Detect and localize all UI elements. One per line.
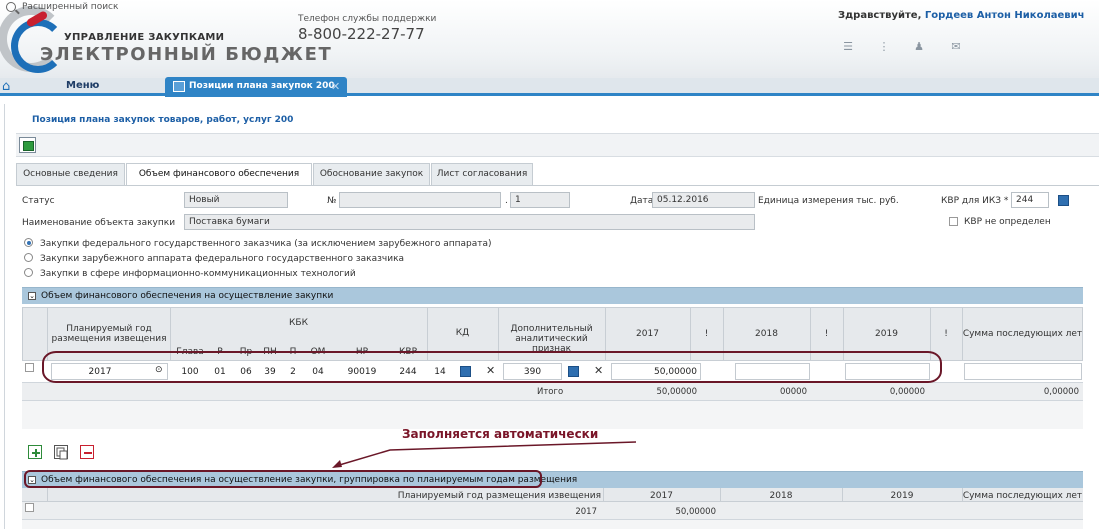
grid2-plan-year: 2017 — [575, 507, 597, 517]
date-label: Дата — [630, 196, 654, 206]
total-2018: 00000 — [779, 387, 807, 397]
radio-foreign-label: Закупки зарубежного аппарата федеральног… — [40, 254, 405, 264]
row-checkbox[interactable] — [25, 363, 34, 372]
tab-divider — [16, 185, 1099, 186]
unit-label: Единица измерения тыс. руб. — [758, 196, 899, 206]
number-suffix-field: 1 — [510, 192, 570, 208]
number-label: № — [327, 196, 337, 206]
radio-foreign[interactable] — [24, 253, 33, 262]
page-title: Позиция плана закупок товаров, работ, ус… — [32, 115, 294, 125]
logo-subtitle: УПРАВЛЕНИЕ ЗАКУПКАМИ — [64, 32, 225, 43]
grid2-footer — [22, 520, 1083, 529]
tab-main-info[interactable]: Основные сведения — [16, 163, 125, 185]
date-field: 05.12.2016 — [652, 192, 755, 208]
highlight-oval — [42, 351, 942, 383]
kvr-ikz-input[interactable]: 244 — [1011, 192, 1049, 208]
home-icon[interactable]: ⌂ — [2, 79, 10, 94]
document-icon — [173, 81, 185, 92]
add-row-icon[interactable] — [28, 445, 42, 459]
toolbar — [16, 133, 1099, 157]
support-phone: 8-800-222-27-77 — [298, 25, 425, 43]
section-financing-title: Объем финансового обеспечения на осущест… — [41, 291, 334, 301]
grid2-col-2019[interactable]: 2019 — [842, 491, 962, 501]
menu-button[interactable]: Меню — [66, 80, 99, 91]
status-label: Статус — [22, 196, 55, 206]
col-2019-flag: ! — [944, 329, 948, 339]
search-placeholder: Расширенный поиск — [22, 2, 119, 12]
col-kbk: КБК — [289, 318, 308, 328]
user-name[interactable]: Гордеев Антон Николаевич — [925, 10, 1085, 21]
radio-federal-label: Закупки федерального государственного за… — [40, 239, 492, 249]
list-icon[interactable]: ☰ — [840, 40, 856, 53]
mail-icon[interactable]: ✉ — [948, 40, 964, 53]
col-2019[interactable]: 2019 — [843, 329, 930, 339]
total-2017: 50,00000 — [656, 387, 697, 397]
radio-ict-label: Закупки в сфере информационно-коммуникац… — [40, 269, 356, 279]
grid2-col-2017[interactable]: 2017 — [603, 491, 720, 501]
col-plan-year[interactable]: Планируемый год размещения извещения — [50, 324, 168, 344]
amount-later-input[interactable] — [964, 363, 1082, 380]
close-icon[interactable]: ✕ — [331, 80, 340, 93]
total-2019: 0,00000 — [889, 387, 925, 397]
annotation-arrow — [332, 441, 637, 468]
kvr-ikz-label: КВР для ИКЗ * — [941, 196, 1009, 206]
total-later: 0,00000 — [1043, 387, 1079, 397]
logo-title: ЭЛЕКТРОННЫЙ БЮДЖЕТ — [40, 44, 333, 65]
tab-approval[interactable]: Лист согласования — [431, 163, 533, 185]
col-2018-flag: ! — [824, 329, 829, 339]
grid2-row-checkbox[interactable] — [25, 503, 34, 512]
radio-ict[interactable] — [24, 268, 33, 277]
col-extra[interactable]: Дополнительный аналитический признак — [498, 324, 605, 354]
col-later-years[interactable]: Сумма последующих лет — [962, 329, 1083, 339]
hierarchy-icon[interactable]: ⋮ — [876, 40, 892, 53]
status-field: Новый — [184, 192, 288, 208]
annotation-text: Заполняется автоматически — [402, 427, 599, 441]
highlight-box — [24, 470, 542, 488]
grid2-2017: 50,00000 — [675, 507, 716, 517]
tab-plan-positions[interactable]: Позиции плана закупок 200 ✕ — [165, 77, 347, 97]
users-icon[interactable]: ♟ — [911, 40, 927, 53]
copy-row-icon[interactable] — [54, 445, 68, 460]
col-2018[interactable]: 2018 — [723, 329, 810, 339]
support-label: Телефон службы поддержки — [298, 14, 437, 24]
col-2017[interactable]: 2017 — [605, 329, 690, 339]
grid-footer — [22, 401, 1083, 429]
col-2017-flag: ! — [704, 329, 709, 339]
grid2-col-plan-year[interactable]: Планируемый год размещения извещения — [47, 491, 601, 501]
delete-row-icon[interactable] — [80, 445, 94, 459]
radio-federal[interactable] — [24, 238, 33, 247]
tab-justification[interactable]: Обоснование закупок — [313, 163, 430, 185]
total-label: Итого — [537, 387, 564, 397]
kvr-undefined-checkbox[interactable] — [949, 217, 958, 226]
tab-plan-positions-label: Позиции плана закупок 200 — [189, 81, 335, 91]
grid2-col-later[interactable]: Сумма последующих лет — [962, 491, 1083, 501]
number-field — [339, 192, 501, 208]
kvr-undefined-label: КВР не определен — [964, 217, 1051, 227]
grid2-col-2018[interactable]: 2018 — [720, 491, 842, 501]
lookup-icon[interactable] — [1058, 195, 1069, 206]
number-separator: . — [505, 196, 508, 206]
greeting: Здравствуйте, Гордеев Антон Николаевич — [838, 10, 1085, 21]
greeting-text: Здравствуйте, — [838, 10, 922, 21]
save-button[interactable] — [19, 137, 36, 153]
object-label: Наименование объекта закупки — [22, 218, 176, 228]
section-financing-header[interactable]: ⌄ Объем финансового обеспечения на осуще… — [22, 287, 1083, 304]
search-icon — [6, 2, 16, 12]
collapse-icon[interactable]: ⌄ — [28, 292, 36, 300]
tab-financing[interactable]: Объем финансового обеспечения — [126, 163, 312, 186]
object-field: Поставка бумаги — [184, 214, 755, 230]
col-kd[interactable]: КД — [427, 328, 498, 338]
